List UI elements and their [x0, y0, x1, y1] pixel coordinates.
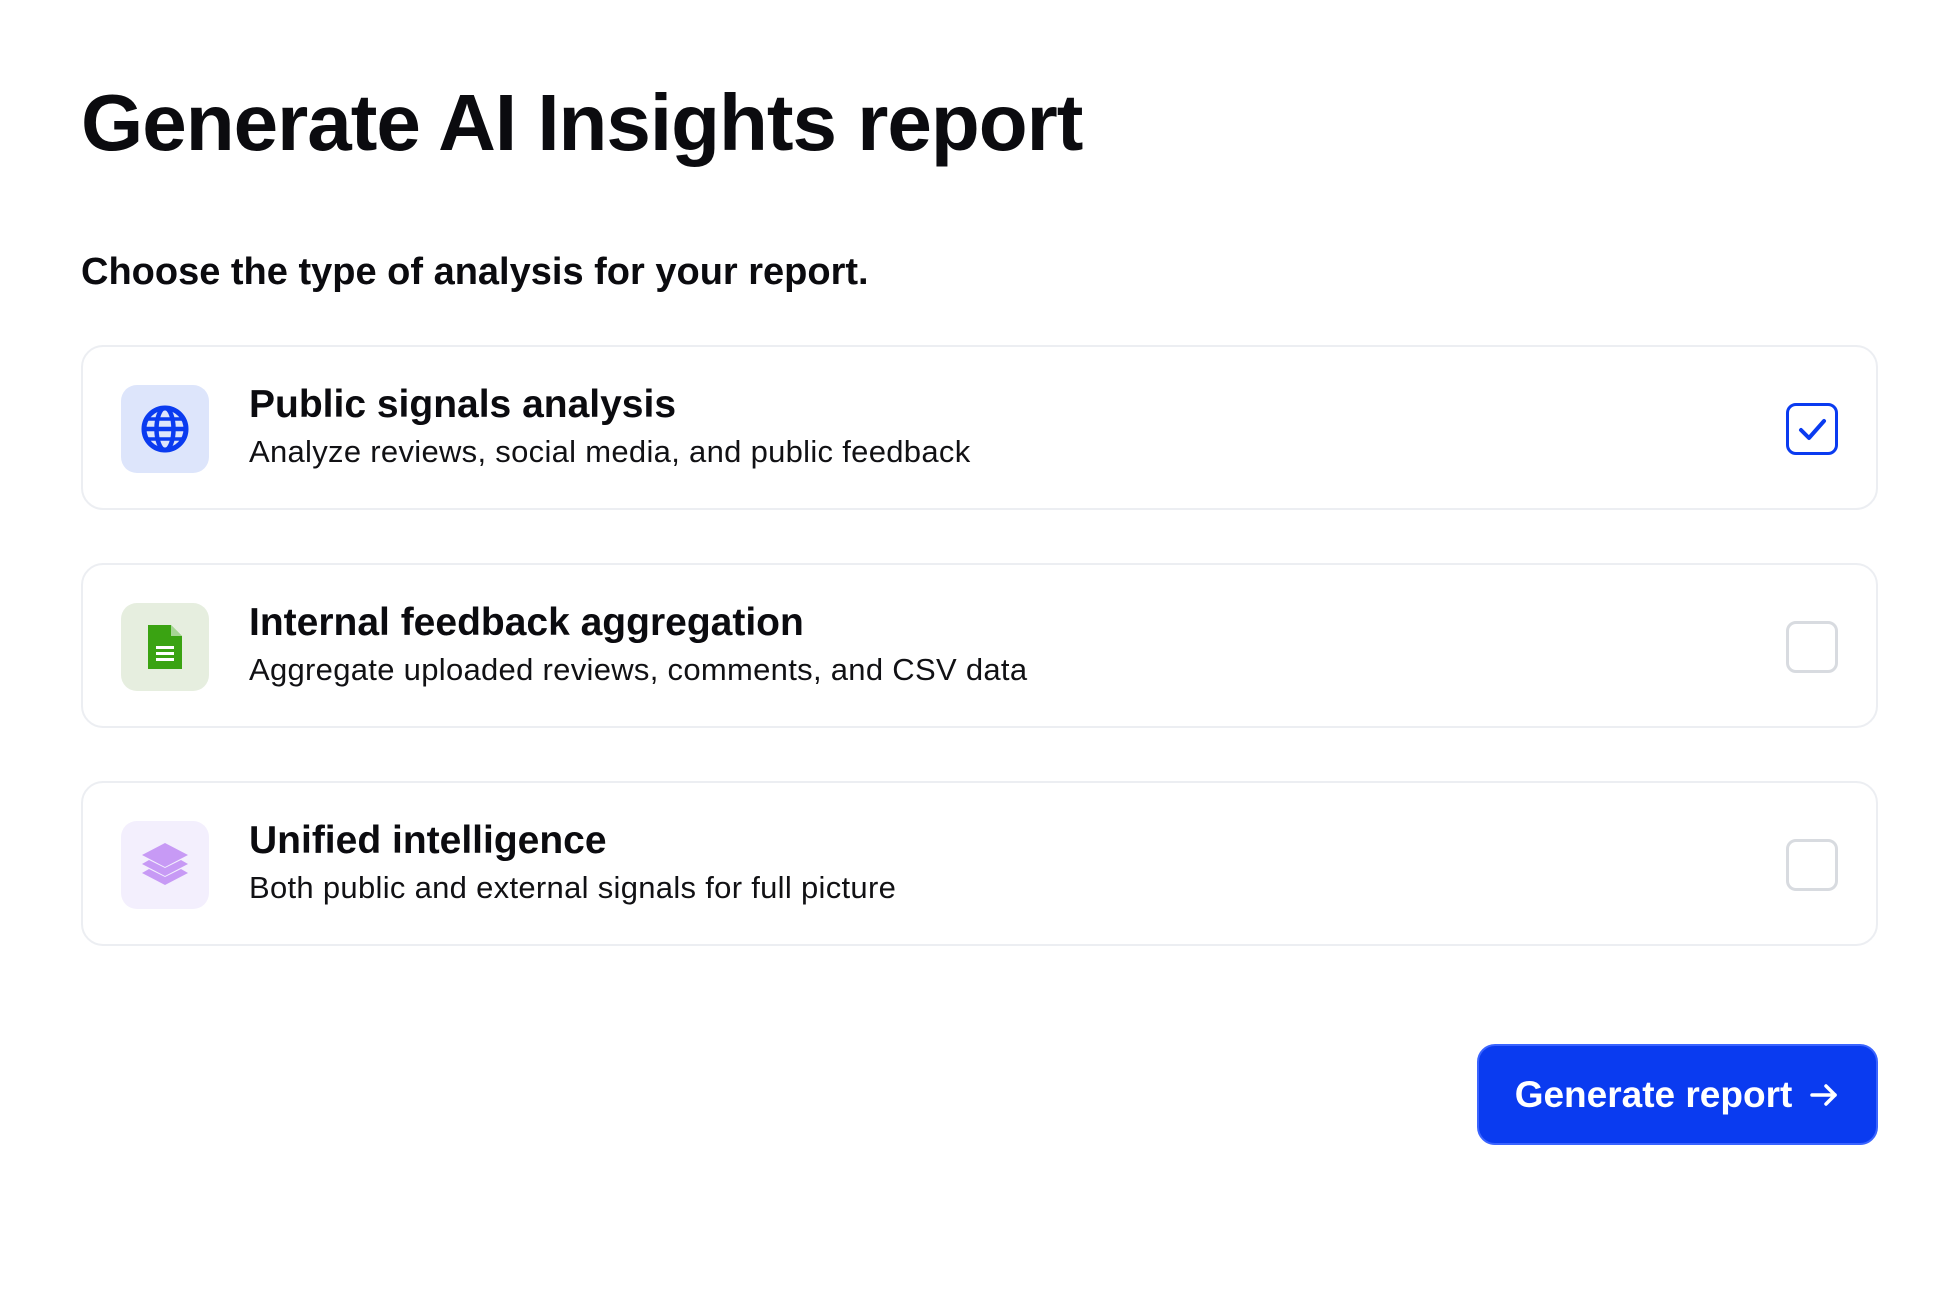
option-public-signals[interactable]: Public signals analysis Analyze reviews,…: [81, 345, 1878, 510]
option-checkbox[interactable]: [1786, 839, 1838, 891]
analysis-type-prompt: Choose the type of analysis for your rep…: [81, 251, 869, 293]
option-title: Internal feedback aggregation: [249, 601, 804, 644]
option-icon-tile: [121, 821, 209, 909]
layers-icon: [142, 843, 188, 885]
option-internal-feedback[interactable]: Internal feedback aggregation Aggregate …: [81, 563, 1878, 728]
option-text: Internal feedback aggregation Aggregate …: [249, 599, 1027, 691]
option-description: Analyze reviews, social media, and publi…: [249, 434, 971, 469]
option-icon-tile: [121, 603, 209, 691]
option-icon-tile: [121, 385, 209, 473]
option-text: Public signals analysis Analyze reviews,…: [249, 381, 971, 473]
document-icon: [148, 625, 182, 669]
option-title: Public signals analysis: [249, 383, 677, 426]
option-title: Unified intelligence: [249, 819, 607, 862]
option-description: Aggregate uploaded reviews, comments, an…: [249, 652, 1028, 687]
option-unified-intelligence[interactable]: Unified intelligence Both public and ext…: [81, 781, 1878, 946]
globe-icon: [141, 405, 189, 453]
page-title: Generate AI Insights report: [81, 78, 1083, 167]
option-checkbox[interactable]: [1786, 621, 1838, 673]
checkmark-icon: [1799, 419, 1826, 440]
option-description: Both public and external signals for ful…: [249, 870, 897, 905]
option-checkbox[interactable]: [1786, 403, 1838, 455]
generate-report-label: Generate report: [1514, 1073, 1793, 1115]
generate-report-button[interactable]: Generate report: [1477, 1044, 1878, 1145]
option-text: Unified intelligence Both public and ext…: [249, 817, 896, 909]
arrow-right-icon: [1810, 1083, 1838, 1106]
